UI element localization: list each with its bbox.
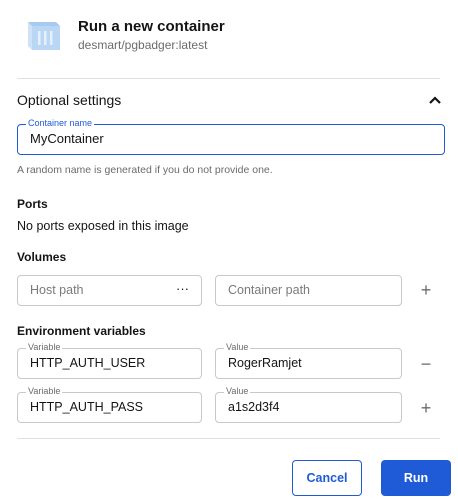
remove-env-icon[interactable]: −: [419, 355, 433, 373]
ports-title: Ports: [17, 197, 48, 211]
host-path-field[interactable]: ···: [17, 275, 202, 306]
container-name-hint: A random name is generated if you do not…: [17, 164, 273, 176]
env-value-input-1[interactable]: [228, 356, 393, 370]
add-volume-icon[interactable]: +: [419, 281, 433, 299]
header-divider: [17, 78, 440, 79]
env-value-input-2[interactable]: [228, 400, 393, 414]
env-value-label-2: Value: [224, 386, 251, 396]
container-box-icon: [28, 22, 60, 50]
env-variable-input-2[interactable]: [30, 400, 195, 414]
env-value-field-2[interactable]: [215, 392, 402, 423]
container-path-field[interactable]: [215, 275, 402, 306]
env-variable-field-1[interactable]: [17, 348, 202, 379]
footer-divider: [17, 438, 440, 439]
volumes-title: Volumes: [17, 250, 67, 264]
run-button[interactable]: Run: [381, 460, 451, 496]
dialog-title: Run a new container: [78, 18, 225, 35]
browse-dots-icon[interactable]: ···: [176, 281, 189, 296]
env-variable-input-1[interactable]: [30, 356, 195, 370]
env-variable-label-1: Variable: [26, 342, 63, 352]
image-name: desmart/pgbadger:latest: [78, 38, 208, 52]
chevron-up-icon[interactable]: [428, 95, 442, 105]
container-name-field[interactable]: [17, 124, 445, 155]
cancel-button[interactable]: Cancel: [292, 460, 362, 496]
env-value-label-1: Value: [224, 342, 251, 352]
container-name-label: Container name: [26, 118, 95, 128]
env-value-field-1[interactable]: [215, 348, 402, 379]
env-variable-field-2[interactable]: [17, 392, 202, 423]
add-env-icon[interactable]: +: [419, 399, 433, 417]
host-path-input[interactable]: [30, 283, 170, 297]
optional-settings-title: Optional settings: [17, 92, 122, 108]
env-title: Environment variables: [17, 324, 146, 338]
container-name-input[interactable]: [30, 131, 430, 146]
ports-text: No ports exposed in this image: [17, 219, 189, 233]
container-path-input[interactable]: [228, 283, 393, 297]
env-variable-label-2: Variable: [26, 386, 63, 396]
dialog-header: Run a new container desmart/pgbadger:lat…: [0, 0, 458, 78]
